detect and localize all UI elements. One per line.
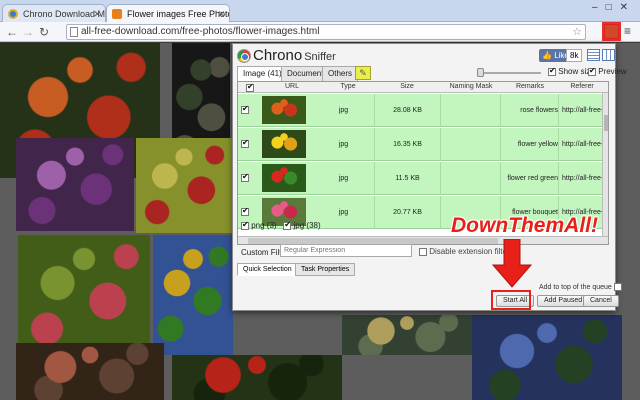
thumbs-up-icon: 👍 — [542, 51, 552, 60]
row-checkbox[interactable] — [241, 172, 249, 182]
tab-task-properties[interactable]: Task Properties — [295, 263, 356, 276]
browser-toolbar: ← → ↻ all-free-download.com/free-photos/… — [0, 22, 640, 42]
thumbnail-size-slider-thumb[interactable] — [477, 68, 484, 77]
address-bar[interactable]: all-free-download.com/free-photos/flower… — [66, 24, 586, 40]
grid-vertical-scrollbar[interactable] — [602, 93, 608, 236]
cancel-button[interactable]: Cancel — [583, 295, 619, 307]
bottom-mid-photo[interactable] — [342, 315, 472, 355]
tab-quick-selection[interactable]: Quick Selection — [237, 263, 298, 276]
tab-others[interactable]: Others — [322, 66, 359, 81]
cell-mask — [441, 128, 501, 161]
col-size[interactable]: Size — [375, 83, 439, 90]
table-row[interactable]: jpg16.35 KBflower yellow naturehttp://al… — [238, 128, 608, 181]
cell-size: 28.08 KB — [375, 94, 441, 127]
cell-size: 16.35 KB — [375, 128, 441, 161]
chrono-favicon-icon — [8, 9, 18, 19]
row-checkbox[interactable] — [241, 206, 249, 216]
grid-view-icon[interactable] — [602, 49, 615, 61]
cell-size: 20.77 KB — [375, 196, 441, 229]
type-filters: png (3) jpg (38) — [241, 220, 321, 230]
tab-chrono-download-manager[interactable]: Chrono Download Mana ✕ — [2, 4, 106, 22]
edit-pencil-icon[interactable]: ✎ — [355, 66, 371, 80]
custom-filter-input[interactable] — [280, 244, 412, 257]
preview-checkbox[interactable] — [588, 66, 596, 76]
cell-mask — [441, 162, 501, 195]
url-text: all-free-download.com/free-photos/flower… — [81, 26, 320, 37]
cell-remarks: flower yellow nature — [501, 128, 559, 181]
table-row[interactable]: jpg11.5 KBflower red greenhttp://all-fre… — [238, 162, 608, 195]
cell-mask — [441, 94, 501, 127]
site-favicon-icon — [112, 9, 122, 19]
image-thumbnail[interactable] — [262, 130, 306, 158]
table-row[interactable]: jpg28.08 KBrose flowers straushttp://all… — [238, 94, 608, 147]
tab-strip: Chrono Download Mana ✕ Flower images Fre… — [0, 0, 640, 22]
close-tab-icon[interactable]: ✕ — [217, 5, 225, 22]
window-controls[interactable]: –□✕ — [592, 2, 636, 13]
annotation-arrow-icon — [491, 239, 533, 288]
row-checkbox[interactable] — [241, 138, 249, 148]
purple-flowers-photo[interactable] — [16, 138, 134, 231]
cell-type: jpg — [313, 196, 375, 229]
add-to-top-checkbox[interactable] — [613, 283, 622, 291]
page-icon — [70, 27, 78, 37]
pink-lily-photo[interactable] — [18, 235, 150, 355]
col-referer[interactable]: Referer — [556, 83, 608, 90]
minimize-icon[interactable]: – — [592, 2, 606, 13]
preview-option[interactable]: Preview — [588, 66, 627, 76]
poppies-photo[interactable] — [172, 355, 342, 400]
cell-remarks: rose flowers straus — [501, 94, 559, 147]
show-size-checkbox[interactable] — [548, 66, 556, 76]
cell-type: jpg — [313, 128, 375, 161]
filter-jpg-checkbox[interactable] — [283, 220, 292, 230]
tab-label: Flower images Free Photo — [127, 9, 230, 19]
annotation-label: DownThemAll! — [451, 214, 598, 237]
maximize-icon[interactable]: □ — [606, 2, 620, 13]
red-flower-photo[interactable] — [136, 138, 232, 233]
close-tab-icon[interactable]: ✕ — [93, 5, 101, 22]
reload-icon[interactable]: ↻ — [36, 24, 52, 40]
forward-icon[interactable]: → — [20, 24, 36, 40]
chrono-logo-icon — [237, 49, 251, 63]
col-type[interactable]: Type — [313, 83, 383, 90]
filter-jpg[interactable]: jpg (38) — [283, 220, 321, 230]
like-count: 8k — [566, 49, 583, 62]
cell-type: jpg — [313, 94, 375, 127]
blue-flowers-photo[interactable] — [472, 315, 622, 400]
grid-header: URL Type Size Naming Mask Remarks Refere… — [238, 82, 608, 93]
flower-field-photo[interactable] — [153, 235, 233, 355]
bottom-left-photo[interactable] — [16, 343, 164, 400]
image-thumbnail[interactable] — [262, 96, 306, 124]
col-naming-mask[interactable]: Naming Mask — [441, 83, 501, 90]
list-view-icon[interactable] — [587, 49, 600, 61]
add-to-top-option[interactable]: Add to top of the queue — [539, 283, 622, 291]
cell-size: 11.5 KB — [375, 162, 441, 195]
close-window-icon[interactable]: ✕ — [620, 2, 636, 13]
disable-extension-filters-checkbox[interactable] — [419, 247, 427, 256]
filter-png-checkbox[interactable] — [241, 220, 249, 230]
chrono-extension-icon[interactable] — [602, 22, 621, 41]
filter-png[interactable]: png (3) — [241, 220, 277, 230]
image-thumbnail[interactable] — [262, 164, 306, 192]
col-remarks[interactable]: Remarks — [501, 83, 559, 90]
tab-flower-images[interactable]: Flower images Free Photo ✕ — [106, 4, 230, 22]
cell-remarks: flower red green — [501, 162, 559, 195]
thumbnail-size-slider-track[interactable] — [481, 72, 541, 74]
start-all-highlight — [491, 290, 531, 310]
bookmark-star-icon[interactable]: ☆ — [572, 25, 582, 39]
chrome-menu-icon[interactable]: ≡ — [624, 24, 631, 38]
cell-type: jpg — [313, 162, 375, 195]
row-checkbox[interactable] — [241, 104, 249, 114]
add-paused-button[interactable]: Add Paused — [537, 295, 590, 307]
back-icon[interactable]: ← — [4, 24, 20, 40]
sniffer-logo: Chrono Sniffer — [253, 47, 336, 64]
chrono-sniffer-popup: Chrono Sniffer 👍 Like 8k Image (41) Docum… — [232, 43, 627, 311]
